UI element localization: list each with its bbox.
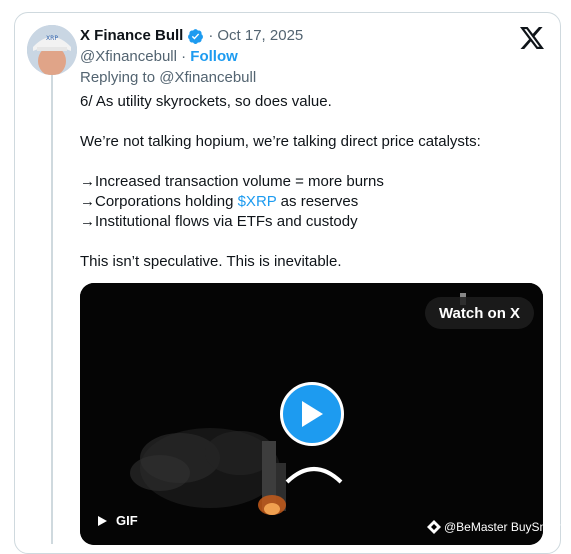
gif-label: GIF [116,513,138,528]
xrp-logo-icon [283,456,345,489]
replying-to[interactable]: Replying to @Xfinancebull [80,68,256,88]
avatar[interactable]: XRP [27,25,77,75]
tweet-line: 6/ As utility skyrockets, so does value. [80,93,332,110]
play-small-icon [98,515,107,526]
separator-dot: · [208,27,214,44]
watermark-text: @BeMaster BuySmart [444,520,564,534]
diamond-icon [427,520,441,534]
tweet-line: We’re not talking hopium, we’re talking … [80,133,481,150]
tweet-line: This isn’t speculative. This is inevitab… [80,253,342,270]
tweet-text: 6/ As utility skyrockets, so does value.… [80,92,481,272]
x-logo-icon[interactable] [520,27,544,49]
author-name-row: X Finance Bull · Oct 17, 2025 [80,26,303,46]
handle-row: @Xfinancebull · Follow [80,47,238,67]
watermark: @BeMaster BuySmart [427,520,564,534]
cashtag-link[interactable]: $XRP [238,193,277,210]
follow-button[interactable]: Follow [190,48,238,65]
tweet-line: →Corporations holding $XRP as reserves [80,192,481,212]
svg-text:XRP: XRP [46,35,58,42]
watch-on-x-button[interactable]: Watch on X [425,297,534,329]
tweet-date[interactable]: Oct 17, 2025 [217,26,303,46]
tweet-line: →Increased transaction volume = more bur… [80,173,384,190]
thread-line [51,74,53,544]
gif-badge[interactable]: GIF [96,513,138,528]
play-button[interactable] [280,382,344,446]
tweet-line-text: as reserves [276,193,359,210]
verified-badge-icon [187,28,204,45]
author-name[interactable]: X Finance Bull [80,26,183,46]
tweet-line-text: →Corporations holding [80,193,238,210]
separator-dot: · [181,48,191,65]
play-icon [302,401,323,427]
author-handle[interactable]: @Xfinancebull [80,48,177,65]
tweet-line: →Institutional flows via ETFs and custod… [80,213,358,230]
